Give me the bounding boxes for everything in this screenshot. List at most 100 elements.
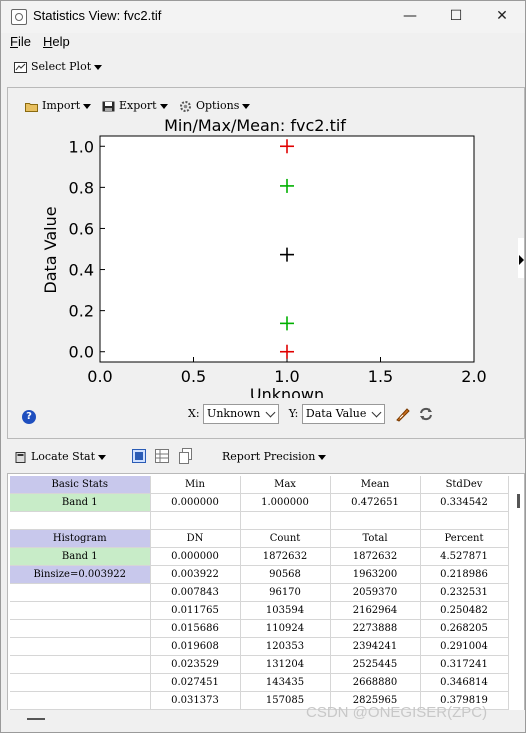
x-selector-label: X: xyxy=(188,407,200,420)
chevron-down-icon xyxy=(318,454,327,460)
empty-cell xyxy=(10,601,151,620)
report-precision-button[interactable]: Report Precision xyxy=(222,447,327,467)
empty-cell xyxy=(10,619,151,638)
count-value: 1872632 xyxy=(240,547,331,566)
table-row[interactable]: 0.015686 110924 2273888 0.268205 xyxy=(10,619,509,638)
table-row[interactable]: 0.007843 96170 2059370 0.232531 xyxy=(10,583,509,602)
y-tick-label: 0.6 xyxy=(69,219,94,238)
statistics-view-window: Statistics View: fvc2.tif — ☐ ✕ File Hel… xyxy=(0,0,526,733)
empty-cell xyxy=(10,655,151,674)
count-value: 110924 xyxy=(240,619,331,638)
chevron-down-icon xyxy=(98,454,107,460)
table-row[interactable]: 0.023529 131204 2525445 0.317241 xyxy=(10,655,509,674)
band-label: Band 1 xyxy=(10,547,151,566)
percent-value: 0.291004 xyxy=(420,637,509,656)
calculator-icon xyxy=(15,451,26,463)
resize-grip[interactable] xyxy=(27,718,45,720)
total-value: 2525445 xyxy=(330,655,421,674)
x-axis-select-value: Unknown xyxy=(207,407,261,420)
y-tick-label: 0.4 xyxy=(69,261,94,280)
count-value: 143435 xyxy=(240,673,331,692)
plot-area[interactable]: 0.0 0.2 0.4 0.6 0.8 1.0 0.0 0.5 1.0 1.5 2.0 Unkno… xyxy=(8,88,524,398)
expand-arrow-icon[interactable] xyxy=(519,255,524,265)
percent-value: 4.527871 xyxy=(420,547,509,566)
count-value: 96170 xyxy=(240,583,331,602)
band-label: Band 1 xyxy=(10,493,151,512)
count-value: 103594 xyxy=(240,601,331,620)
dn-value: 0.003922 xyxy=(150,565,241,584)
single-view-icon[interactable] xyxy=(132,449,146,463)
total-value: 2162964 xyxy=(330,601,421,620)
locate-stat-button[interactable]: Locate Stat xyxy=(14,447,107,467)
percent-header: Percent xyxy=(420,529,509,548)
statistics-table: Basic Stats Min Max Mean StdDev Band 1 0… xyxy=(10,476,509,710)
table-row[interactable]: Band 1 0.000000 1872632 1872632 4.527871 xyxy=(10,547,509,566)
copy-icon[interactable] xyxy=(179,448,193,464)
table-row[interactable]: 0.019608 120353 2394241 0.291004 xyxy=(10,637,509,656)
table-scrollbar-thumb[interactable] xyxy=(517,494,520,508)
dn-value: 0.023529 xyxy=(150,655,241,674)
maximize-button[interactable]: ☐ xyxy=(433,1,479,33)
dn-value: 0.019608 xyxy=(150,637,241,656)
total-value: 1963200 xyxy=(330,565,421,584)
percent-value: 0.218986 xyxy=(420,565,509,584)
y-tick-label: 0.8 xyxy=(69,178,94,197)
dn-value: 0.007843 xyxy=(150,583,241,602)
percent-value: 0.250482 xyxy=(420,601,509,620)
brush-icon[interactable] xyxy=(395,406,411,422)
help-icon[interactable]: ? xyxy=(22,410,36,424)
locate-stat-label: Locate Stat xyxy=(31,450,96,463)
table-row[interactable]: Binsize=0.003922 0.003922 90568 1963200 0.21… xyxy=(10,565,509,584)
x-tick-label: 1.5 xyxy=(368,367,393,386)
statistics-table-panel[interactable]: Basic Stats Min Max Mean StdDev Band 1 0… xyxy=(7,473,525,711)
plot-panel: Import Export Options Min/Max/Mean: fvc2… xyxy=(7,87,525,439)
y-tick-label: 0.2 xyxy=(69,302,94,321)
y-axis-label: Data Value xyxy=(41,206,60,293)
empty-cell xyxy=(10,583,151,602)
max-header: Max xyxy=(240,476,331,494)
basic-stats-header: Basic Stats xyxy=(10,476,151,494)
mean-value: 0.472651 xyxy=(330,493,421,512)
count-header: Count xyxy=(240,529,331,548)
menu-file[interactable]: File xyxy=(10,34,31,49)
min-header: Min xyxy=(150,476,241,494)
dn-value: 0.000000 xyxy=(150,547,241,566)
watermark: CSDN @ONEGISER(ZPC) xyxy=(306,704,488,721)
stddev-value: 0.334542 xyxy=(420,493,509,512)
empty-cell xyxy=(10,691,151,710)
y-tick-label: 1.0 xyxy=(69,137,94,156)
total-value: 2059370 xyxy=(330,583,421,602)
dn-value: 0.011765 xyxy=(150,601,241,620)
empty-cell xyxy=(10,673,151,692)
basic-stats-header-row: Basic Stats Min Max Mean StdDev xyxy=(10,476,509,494)
total-value: 2668880 xyxy=(330,673,421,692)
menu-file-label: ile xyxy=(17,34,31,49)
x-axis-select[interactable]: Unknown xyxy=(203,404,280,424)
table-row[interactable]: 0.011765 103594 2162964 0.250482 xyxy=(10,601,509,620)
empty-cell xyxy=(10,637,151,656)
report-precision-label: Report Precision xyxy=(222,450,316,463)
close-button[interactable]: ✕ xyxy=(479,1,525,33)
minimize-button[interactable]: — xyxy=(387,1,433,33)
percent-value: 0.268205 xyxy=(420,619,509,638)
min-value: 0.000000 xyxy=(150,493,241,512)
axis-controls: X: Unknown Y: Data Value xyxy=(188,404,434,426)
histogram-header: Histogram xyxy=(10,529,151,548)
count-value: 131204 xyxy=(240,655,331,674)
y-axis-select[interactable]: Data Value xyxy=(301,404,386,424)
select-plot-label: Select Plot xyxy=(31,60,92,73)
table-row[interactable]: Band 1 0.000000 1.000000 0.472651 0.3345… xyxy=(10,493,509,512)
menu-bar: File Help xyxy=(1,33,525,51)
refresh-icon[interactable] xyxy=(418,406,434,422)
histogram-header-row: Histogram DN Count Total Percent xyxy=(10,529,509,548)
total-value: 2273888 xyxy=(330,619,421,638)
select-plot-button[interactable]: Select Plot xyxy=(14,57,103,77)
table-row[interactable]: 0.027451 143435 2668880 0.346814 xyxy=(10,673,509,692)
chevron-down-icon xyxy=(265,407,276,418)
table-view-icon[interactable] xyxy=(155,449,169,463)
chevron-down-icon xyxy=(371,407,382,418)
menu-help[interactable]: Help xyxy=(43,34,70,49)
count-value: 120353 xyxy=(240,637,331,656)
title-bar[interactable]: Statistics View: fvc2.tif — ☐ ✕ xyxy=(1,1,525,33)
x-tick-label: 0.5 xyxy=(181,367,206,386)
